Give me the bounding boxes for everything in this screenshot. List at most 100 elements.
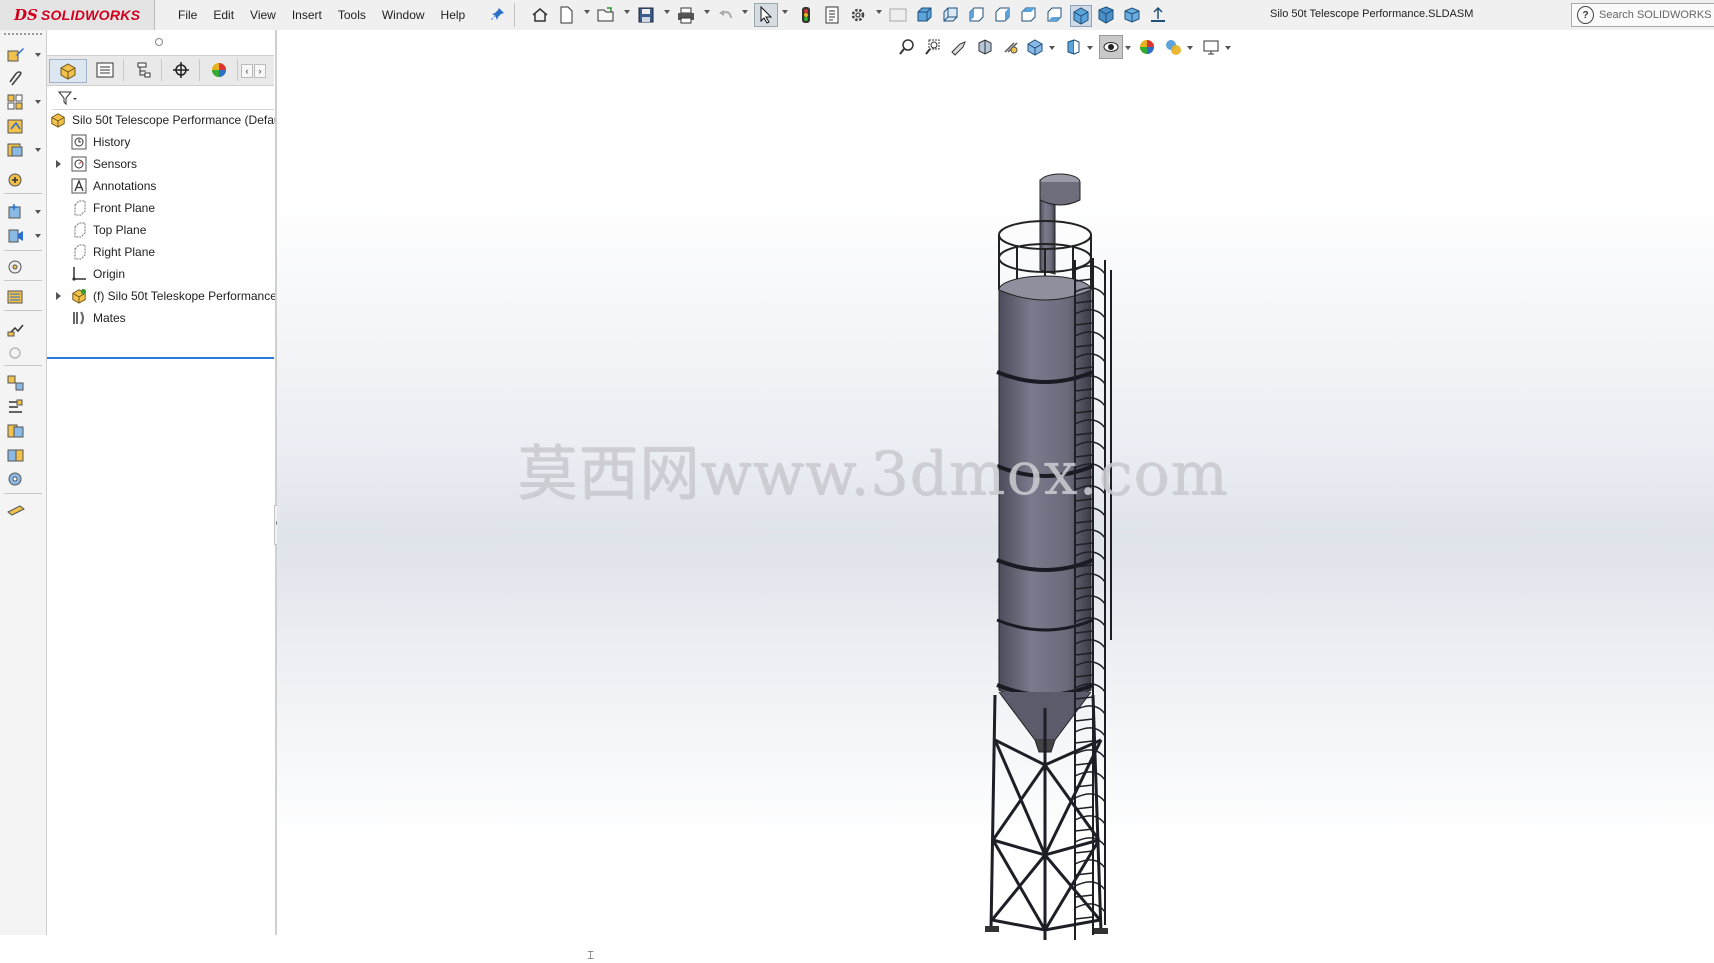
view-top-icon[interactable]	[1018, 5, 1038, 25]
view-isometric-icon[interactable]	[1070, 5, 1092, 27]
chevron-down-icon[interactable]	[704, 10, 710, 14]
clearance-verification-icon[interactable]	[6, 446, 26, 464]
tree-item-right-plane[interactable]: Right Plane	[71, 242, 155, 262]
file-properties-icon[interactable]	[822, 5, 842, 25]
tab-scroll-left-icon[interactable]: ‹	[241, 64, 253, 78]
traffic-light-icon[interactable]	[796, 5, 816, 25]
display-manager-tab[interactable]	[201, 59, 238, 81]
insert-components-icon[interactable]	[6, 93, 26, 111]
tab-scroll-right-icon[interactable]: ›	[254, 64, 266, 78]
edit-appearance-icon[interactable]	[1137, 37, 1157, 57]
tree-item-mates[interactable]: Mates	[71, 308, 126, 328]
display-style-icon[interactable]	[1063, 37, 1083, 57]
tree-root-assembly[interactable]: Silo 50t Telescope Performance (Defau	[50, 110, 281, 130]
tree-filter[interactable]	[52, 87, 274, 110]
chevron-down-icon[interactable]	[35, 234, 41, 238]
chevron-down-icon[interactable]	[664, 10, 670, 14]
move-component-icon[interactable]	[6, 203, 26, 221]
edit-component-icon[interactable]	[6, 46, 26, 64]
rollback-bar[interactable]	[47, 357, 274, 359]
new-document-icon[interactable]	[556, 5, 576, 25]
tree-item-top-plane[interactable]: Top Plane	[71, 220, 146, 240]
view-right-icon[interactable]	[992, 5, 1012, 25]
new-motion-study-icon[interactable]	[6, 320, 26, 338]
strip-grip[interactable]	[4, 33, 42, 35]
dimxpert-tab[interactable]	[163, 59, 200, 81]
chevron-down-icon[interactable]	[35, 210, 41, 214]
linear-pattern-icon[interactable]	[6, 141, 26, 159]
panel-grip[interactable]	[155, 38, 163, 46]
section-view-icon[interactable]	[975, 37, 995, 57]
propertymanager-tab[interactable]	[87, 59, 124, 81]
chevron-down-icon[interactable]	[1225, 46, 1231, 50]
chevron-down-icon[interactable]	[876, 10, 882, 14]
rebuild-image-icon[interactable]	[888, 5, 908, 25]
tree-item-history[interactable]: History	[71, 132, 130, 152]
mate-icon[interactable]	[6, 117, 26, 135]
zoom-to-area-icon[interactable]	[923, 37, 943, 57]
chevron-down-icon[interactable]	[35, 148, 41, 152]
paperclip-icon[interactable]	[6, 70, 26, 88]
view-left-icon[interactable]	[966, 5, 986, 25]
instant3d-icon[interactable]	[6, 500, 26, 518]
solidworks-logo[interactable]: DS SOLIDWORKS	[0, 0, 155, 30]
tree-item-origin[interactable]: Origin	[71, 264, 125, 284]
silo-tower-model[interactable]	[977, 140, 1257, 940]
print-icon[interactable]	[676, 5, 696, 25]
graphics-area[interactable]: 莫西网www.3dmox.com ⌶	[277, 30, 1714, 962]
exploded-view-icon[interactable]	[6, 374, 26, 392]
help-icon[interactable]: ?	[1577, 6, 1595, 24]
menu-edit[interactable]: Edit	[205, 8, 242, 22]
chevron-down-icon[interactable]	[742, 10, 748, 14]
chevron-down-icon[interactable]	[35, 100, 41, 104]
undo-icon[interactable]	[716, 5, 736, 25]
view-front-icon[interactable]	[914, 5, 934, 25]
chevron-down-icon[interactable]	[624, 10, 630, 14]
menu-tools[interactable]: Tools	[330, 8, 374, 22]
view-bottom-icon[interactable]	[1044, 5, 1064, 25]
options-gear-icon[interactable]	[848, 5, 868, 25]
view-dimetric-icon[interactable]	[1122, 5, 1142, 25]
chevron-down-icon[interactable]	[584, 10, 590, 14]
featuremanager-tab[interactable]	[49, 59, 87, 83]
tree-item-front-plane[interactable]: Front Plane	[71, 198, 155, 218]
menu-help[interactable]: Help	[433, 8, 474, 22]
tree-item-sensors[interactable]: Sensors	[71, 154, 137, 174]
configurationmanager-tab[interactable]	[125, 59, 162, 81]
show-hidden-components-icon[interactable]	[6, 227, 26, 245]
tree-item-annotations[interactable]: Annotations	[71, 176, 156, 196]
expand-arrow-icon[interactable]	[56, 160, 61, 168]
reference-geometry-icon[interactable]	[6, 288, 26, 306]
tree-item-subassembly[interactable]: (f) Silo 50t Teleskope Performance	[71, 286, 277, 306]
home-icon[interactable]	[530, 5, 550, 25]
view-back-icon[interactable]	[940, 5, 960, 25]
chevron-down-icon[interactable]	[1187, 46, 1193, 50]
view-orientation-icon[interactable]	[1025, 37, 1045, 57]
menu-view[interactable]: View	[242, 8, 284, 22]
chevron-down-icon[interactable]	[1049, 46, 1055, 50]
menu-window[interactable]: Window	[374, 8, 433, 22]
chevron-down-icon[interactable]	[35, 53, 41, 57]
smart-fasteners-icon[interactable]	[6, 171, 26, 189]
open-icon[interactable]	[596, 5, 616, 25]
menu-insert[interactable]: Insert	[284, 8, 330, 22]
chevron-down-icon[interactable]	[1087, 46, 1093, 50]
assembly-features-icon[interactable]	[6, 258, 26, 276]
dynamic-annotation-views-icon[interactable]	[1001, 37, 1021, 57]
chevron-down-icon[interactable]	[782, 10, 788, 14]
select-icon[interactable]	[754, 3, 778, 27]
menu-file[interactable]: File	[170, 8, 205, 22]
explode-line-sketch-icon[interactable]	[6, 398, 26, 416]
view-settings-icon[interactable]	[1201, 37, 1221, 57]
pin-icon[interactable]	[490, 6, 506, 22]
normal-to-icon[interactable]	[1148, 5, 1168, 25]
apply-scene-icon[interactable]	[1163, 37, 1183, 57]
chevron-down-icon[interactable]	[1125, 46, 1131, 50]
search-input[interactable]: ? Search SOLIDWORKS H	[1571, 3, 1714, 27]
previous-view-icon[interactable]	[949, 37, 969, 57]
hide-show-items-icon[interactable]	[1099, 35, 1123, 59]
save-icon[interactable]	[636, 5, 656, 25]
zoom-to-fit-icon[interactable]	[897, 37, 917, 57]
interference-detection-icon[interactable]	[6, 422, 26, 440]
expand-arrow-icon[interactable]	[56, 292, 61, 300]
